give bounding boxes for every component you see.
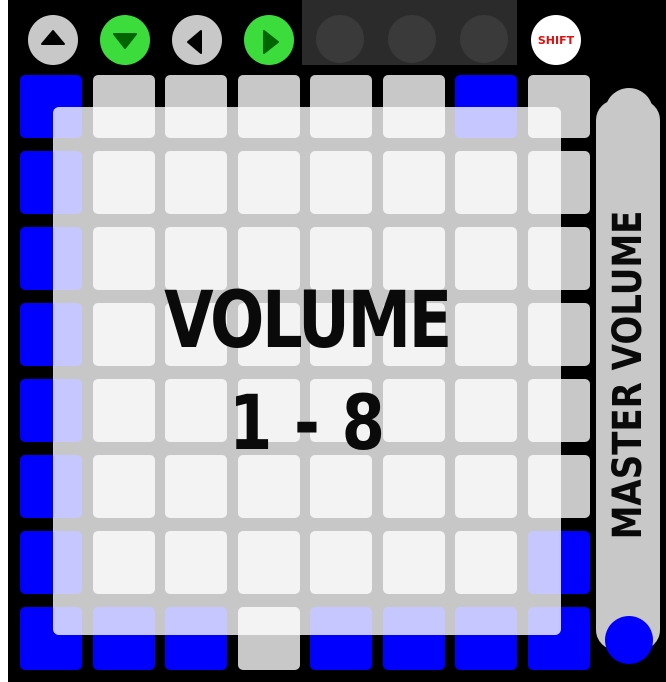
triangle-left-icon <box>181 24 213 56</box>
volume-overlay-panel <box>53 107 561 635</box>
master-volume-knob-1[interactable] <box>605 88 653 136</box>
unlit-button[interactable] <box>316 15 364 63</box>
down-arrow-button[interactable] <box>100 15 150 65</box>
inactive-button-strip <box>302 0 517 65</box>
overlay-title: VOLUME <box>164 276 452 366</box>
unlit-button[interactable] <box>388 15 436 63</box>
master-volume-knob-7[interactable] <box>605 538 653 586</box>
triangle-right-icon <box>253 24 285 56</box>
shift-button[interactable]: SHIFT <box>531 15 581 65</box>
triangle-up-icon <box>37 24 69 56</box>
master-volume-label: MASTER VOLUME <box>605 210 651 540</box>
master-volume-knob-2[interactable] <box>605 163 653 211</box>
up-arrow-button[interactable] <box>28 15 78 65</box>
right-arrow-button[interactable] <box>244 15 294 65</box>
overlay-range: 1 - 8 <box>228 378 385 467</box>
unlit-button[interactable] <box>460 15 508 63</box>
master-volume-knob-8[interactable] <box>605 616 653 664</box>
triangle-down-icon <box>109 24 141 56</box>
left-arrow-button[interactable] <box>172 15 222 65</box>
